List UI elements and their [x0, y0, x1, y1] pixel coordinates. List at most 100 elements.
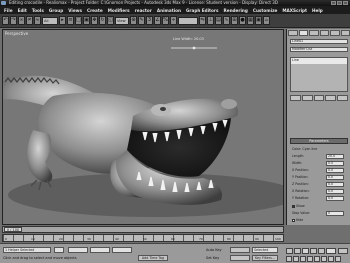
next-frame-icon[interactable]	[310, 248, 317, 254]
menu-graph-editors[interactable]: Graph Editors	[186, 8, 219, 13]
maximize-button[interactable]	[337, 1, 342, 5]
select-and-move-icon[interactable]: ✥	[91, 16, 98, 25]
perspective-viewport[interactable]: Perspective Line Width: 20.03	[2, 29, 284, 225]
menu-animation[interactable]: Animation	[157, 8, 181, 13]
select-and-manipulate-icon[interactable]: ✎	[138, 16, 145, 25]
arc-rotate-icon[interactable]	[328, 256, 334, 262]
zoom-extents-all-icon[interactable]	[307, 256, 313, 262]
x-rotation-spinner[interactable]: 0.0	[326, 189, 344, 194]
stop-value-spinner[interactable]: 0	[326, 211, 344, 216]
menu-customize[interactable]: Customize	[253, 8, 278, 13]
pan-icon[interactable]	[321, 256, 327, 262]
go-to-start-icon[interactable]	[286, 248, 293, 254]
viewport-label[interactable]: Perspective	[5, 31, 28, 36]
spinner-snap-icon[interactable]: ÷	[170, 16, 177, 25]
quick-render-icon[interactable]: ☕	[263, 16, 270, 25]
menu-views[interactable]: Views	[68, 8, 82, 13]
named-selection-sets-dropdown[interactable]	[178, 16, 198, 25]
maximize-viewport-icon[interactable]	[335, 256, 341, 262]
modifier-list-dropdown[interactable]: Modifier List	[290, 47, 348, 52]
configure-sets-icon[interactable]	[337, 95, 348, 101]
redo-icon[interactable]: ↷	[10, 16, 17, 25]
track-bar[interactable]: 0 10 20 30 40 50 60 70 80 90 100	[2, 234, 284, 242]
key-mode-dropdown[interactable]: Selected	[252, 247, 278, 253]
length-spinner[interactable]: 20.0	[326, 154, 344, 159]
link-icon[interactable]: ∞	[18, 16, 25, 25]
go-to-end-icon[interactable]	[318, 248, 325, 254]
window-crossing-icon[interactable]: ▣	[83, 16, 90, 25]
x-coordinate-field[interactable]	[68, 247, 88, 253]
create-tab-icon[interactable]	[288, 30, 298, 36]
menu-group[interactable]: Group	[49, 8, 63, 13]
render-frame-icon[interactable]: ▣	[255, 16, 262, 25]
auto-key-button[interactable]	[230, 247, 250, 253]
select-by-name-icon[interactable]: ≡	[67, 16, 74, 25]
field-of-view-icon[interactable]	[314, 256, 320, 262]
align-icon[interactable]: ⊥	[207, 16, 214, 25]
time-slider-thumb[interactable]: 0 / 100	[4, 227, 22, 232]
menu-maxscript[interactable]: MAXScript	[282, 8, 307, 13]
mirror-icon[interactable]: ⇋	[199, 16, 206, 25]
previous-frame-icon[interactable]	[294, 248, 301, 254]
zoom-icon[interactable]	[286, 256, 292, 262]
select-and-scale-icon[interactable]: ◱	[107, 16, 114, 25]
y-position-spinner[interactable]: 0.0	[326, 175, 344, 180]
y-rotation-spinner[interactable]: 0.0	[326, 196, 344, 201]
hierarchy-tab-icon[interactable]	[309, 30, 319, 36]
key-filters-button[interactable]: Key Filters...	[252, 255, 278, 261]
menu-file[interactable]: File	[4, 8, 13, 13]
z-coordinate-field[interactable]	[112, 247, 132, 253]
x-position-spinner[interactable]: 0.0	[326, 168, 344, 173]
unlink-icon[interactable]: ≠	[26, 16, 33, 25]
menu-modifiers[interactable]: Modifiers	[108, 8, 130, 13]
show-end-result-icon[interactable]	[301, 95, 313, 101]
select-and-rotate-icon[interactable]: ↻	[99, 16, 106, 25]
modifier-stack-item[interactable]: Line	[291, 58, 347, 64]
zoom-all-icon[interactable]	[293, 256, 299, 262]
minimize-button[interactable]	[331, 1, 336, 5]
pivot-center-icon[interactable]: ⊕	[130, 16, 137, 25]
undo-icon[interactable]: ↶	[2, 16, 9, 25]
rectangular-selection-icon[interactable]: □	[75, 16, 82, 25]
parameters-rollout-header[interactable]: Parameters	[290, 138, 348, 144]
hide-checkbox-row[interactable]: Hide	[290, 217, 348, 223]
play-icon[interactable]	[302, 248, 309, 254]
zoom-extents-icon[interactable]	[300, 256, 306, 262]
object-name-field[interactable]: Line01	[290, 39, 348, 44]
layer-manager-icon[interactable]: ▤	[215, 16, 222, 25]
z-position-spinner[interactable]: 0.0	[326, 182, 344, 187]
lock-selection-icon[interactable]	[54, 247, 64, 253]
remove-modifier-icon[interactable]	[325, 95, 337, 101]
material-editor-icon[interactable]: ●	[239, 16, 246, 25]
curve-editor-icon[interactable]: ∿	[223, 16, 230, 25]
schematic-view-icon[interactable]: ⊞	[231, 16, 238, 25]
menu-rendering[interactable]: Rendering	[224, 8, 248, 13]
current-frame-field[interactable]	[326, 248, 336, 254]
add-time-tag-button[interactable]: Add Time Tag	[138, 255, 168, 261]
bind-space-warp-icon[interactable]: ≈	[34, 16, 41, 25]
select-object-icon[interactable]: ▸	[59, 16, 66, 25]
utilities-tab-icon[interactable]	[340, 30, 350, 36]
make-unique-icon[interactable]	[313, 95, 325, 101]
hide-checkbox[interactable]	[292, 218, 295, 222]
modify-tab-icon[interactable]	[298, 30, 308, 36]
menu-edit[interactable]: Edit	[18, 8, 27, 13]
menu-help[interactable]: Help	[312, 8, 323, 13]
y-coordinate-field[interactable]	[90, 247, 110, 253]
motion-tab-icon[interactable]	[319, 30, 329, 36]
render-setup-icon[interactable]: ▦	[247, 16, 254, 25]
menu-tools[interactable]: Tools	[32, 8, 44, 13]
pin-stack-icon[interactable]	[290, 95, 301, 101]
show-checkbox[interactable]	[292, 204, 295, 208]
percent-snap-icon[interactable]: %	[162, 16, 169, 25]
width-spinner[interactable]: 0.5	[326, 161, 344, 166]
reference-coordinate-dropdown[interactable]: View	[115, 16, 129, 25]
snaps-toggle-icon[interactable]: 3	[146, 16, 153, 25]
time-configuration-icon[interactable]	[338, 248, 348, 254]
close-button[interactable]	[343, 1, 348, 5]
display-tab-icon[interactable]	[330, 30, 340, 36]
menu-create[interactable]: Create	[87, 8, 103, 13]
show-checkbox-row[interactable]: Show	[290, 203, 348, 209]
angle-snap-icon[interactable]: ∠	[154, 16, 161, 25]
menu-reactor[interactable]: reactor	[135, 8, 152, 13]
